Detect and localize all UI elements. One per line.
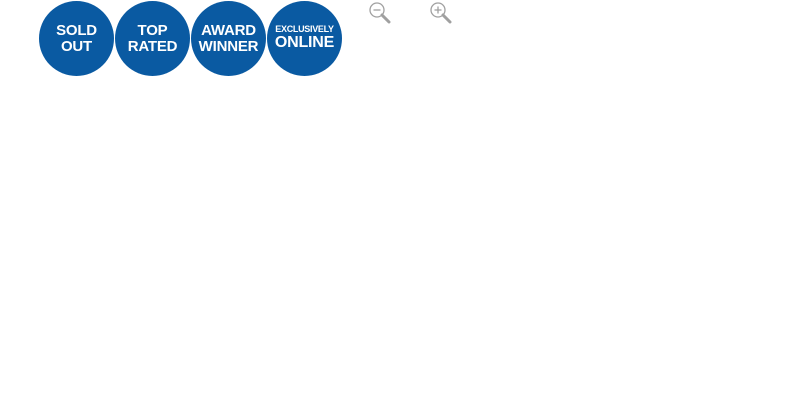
exclusively-online-badge: EXCLUSIVELY ONLINE [267, 1, 342, 76]
top-rated-badge: TOP RATED [115, 1, 190, 76]
badge-line-1: TOP [137, 21, 168, 39]
badge-line-1: SOLD [56, 21, 97, 39]
award-winner-badge: AWARD WINNER [191, 1, 266, 76]
sold-out-badge: SOLD OUT [39, 1, 114, 76]
badge-line-1: EXCLUSIVELY [275, 23, 334, 34]
zoom-in-icon [430, 2, 452, 24]
zoom-out-button[interactable] [368, 1, 392, 25]
product-media-area: SOLD OUT TOP RATED AWARD WINNER EXCLUSIV… [0, 0, 800, 400]
badge-line-2: WINNER [198, 37, 259, 55]
badge-line-2: RATED [127, 37, 178, 55]
badge-line-1: AWARD [201, 21, 256, 39]
zoom-out-icon [369, 2, 391, 24]
zoom-in-button[interactable] [429, 1, 453, 25]
badge-line-2: ONLINE [274, 34, 335, 52]
badge-line-2: OUT [60, 37, 93, 55]
